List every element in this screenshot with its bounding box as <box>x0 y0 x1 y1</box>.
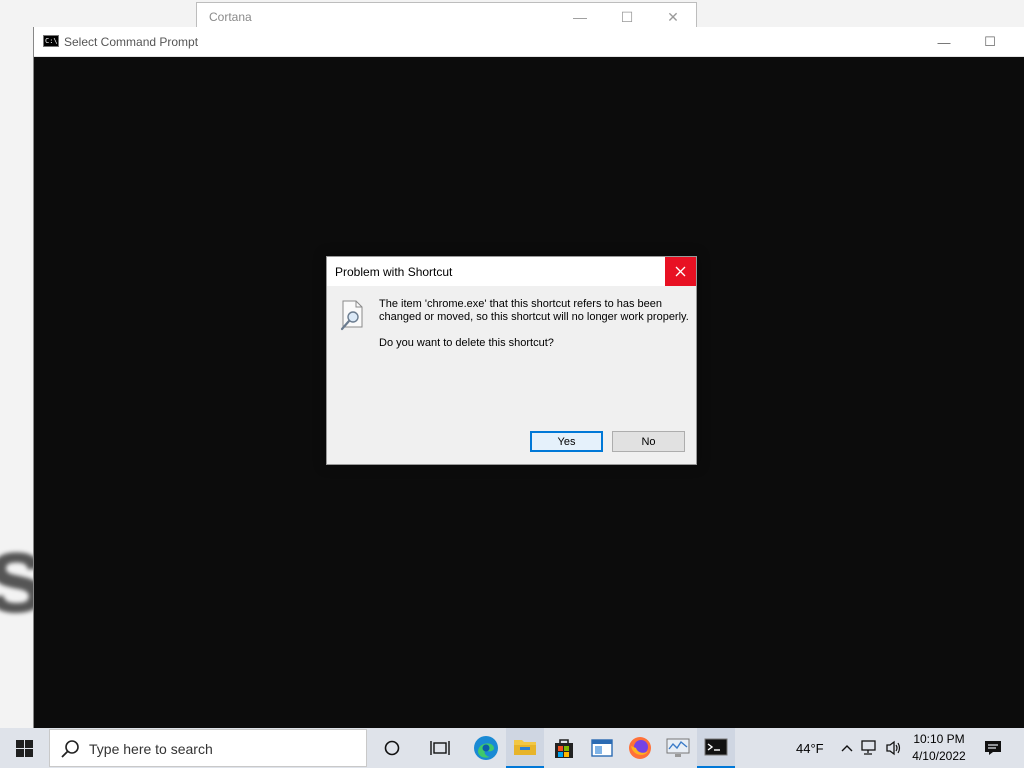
command-prompt-title: Select Command Prompt <box>64 35 199 49</box>
action-center-button[interactable] <box>978 728 1008 768</box>
taskbar-edge[interactable] <box>467 728 505 768</box>
cortana-window-title: Cortana <box>209 10 252 24</box>
cortana-minimize-button[interactable]: — <box>557 6 603 28</box>
dialog-message-line: changed or moved, so this shortcut will … <box>379 311 689 323</box>
taskbar-command-prompt[interactable] <box>697 728 735 768</box>
chevron-up-icon <box>841 745 853 752</box>
clock-date: 4/10/2022 <box>912 749 966 763</box>
taskbar-file-explorer[interactable] <box>506 728 544 768</box>
no-button[interactable]: No <box>612 431 685 452</box>
network-button[interactable] <box>860 728 880 768</box>
network-icon <box>861 740 876 755</box>
clock[interactable]: 10:10 PM 4/10/2022 <box>908 731 970 765</box>
cortana-close-button[interactable]: ✕ <box>650 6 696 28</box>
search-icon <box>61 740 79 758</box>
windows-logo-icon <box>15 739 33 757</box>
show-hidden-icons-button[interactable] <box>838 728 856 768</box>
task-view-icon <box>430 741 450 755</box>
cmd-icon <box>704 738 728 756</box>
circle-icon <box>384 740 400 756</box>
monitor-chart-icon <box>666 738 690 757</box>
dialog-question: Do you want to delete this shortcut? <box>379 337 554 349</box>
firefox-icon <box>629 737 651 759</box>
dialog-titlebar[interactable]: Problem with Shortcut <box>327 257 696 286</box>
notification-icon <box>985 741 1001 755</box>
dialog-close-button[interactable] <box>665 257 696 286</box>
taskbar-firefox[interactable] <box>621 728 659 768</box>
store-icon <box>555 739 573 758</box>
minimize-button[interactable]: — <box>921 27 967 57</box>
start-button[interactable] <box>0 728 48 768</box>
search-document-icon <box>340 300 363 331</box>
cmd-icon <box>43 35 59 47</box>
taskbar-performance-monitor[interactable] <box>659 728 697 768</box>
close-icon <box>675 266 686 277</box>
volume-button[interactable] <box>884 728 904 768</box>
command-prompt-titlebar[interactable]: Select Command Prompt — ☐ <box>34 27 1024 57</box>
taskbar-remote-desktop[interactable] <box>583 728 621 768</box>
taskbar-search-box[interactable]: Type here to search <box>49 729 367 767</box>
yes-button[interactable]: Yes <box>530 431 603 452</box>
maximize-button[interactable]: ☐ <box>967 27 1013 57</box>
dialog-title: Problem with Shortcut <box>335 265 453 279</box>
edge-icon <box>474 736 498 760</box>
cortana-button[interactable] <box>373 728 411 768</box>
clock-time: 10:10 PM <box>913 732 965 746</box>
cortana-maximize-button[interactable]: ☐ <box>604 6 650 28</box>
window-icon <box>591 739 613 757</box>
search-placeholder: Type here to search <box>89 741 213 757</box>
weather-temperature[interactable]: 44°F <box>796 728 824 768</box>
folder-icon <box>514 740 536 755</box>
dialog-message-line: The item 'chrome.exe' that this shortcut… <box>379 298 663 310</box>
problem-with-shortcut-dialog[interactable]: Problem with Shortcut The item 'chrome.e… <box>326 256 697 465</box>
task-view-button[interactable] <box>421 728 459 768</box>
taskbar-store[interactable] <box>545 728 583 768</box>
dialog-message: The item 'chrome.exe' that this shortcut… <box>379 298 691 324</box>
speaker-icon <box>886 740 901 756</box>
taskbar: Type here to search 44°F 10:10 PM 4/10/2… <box>0 728 1024 768</box>
